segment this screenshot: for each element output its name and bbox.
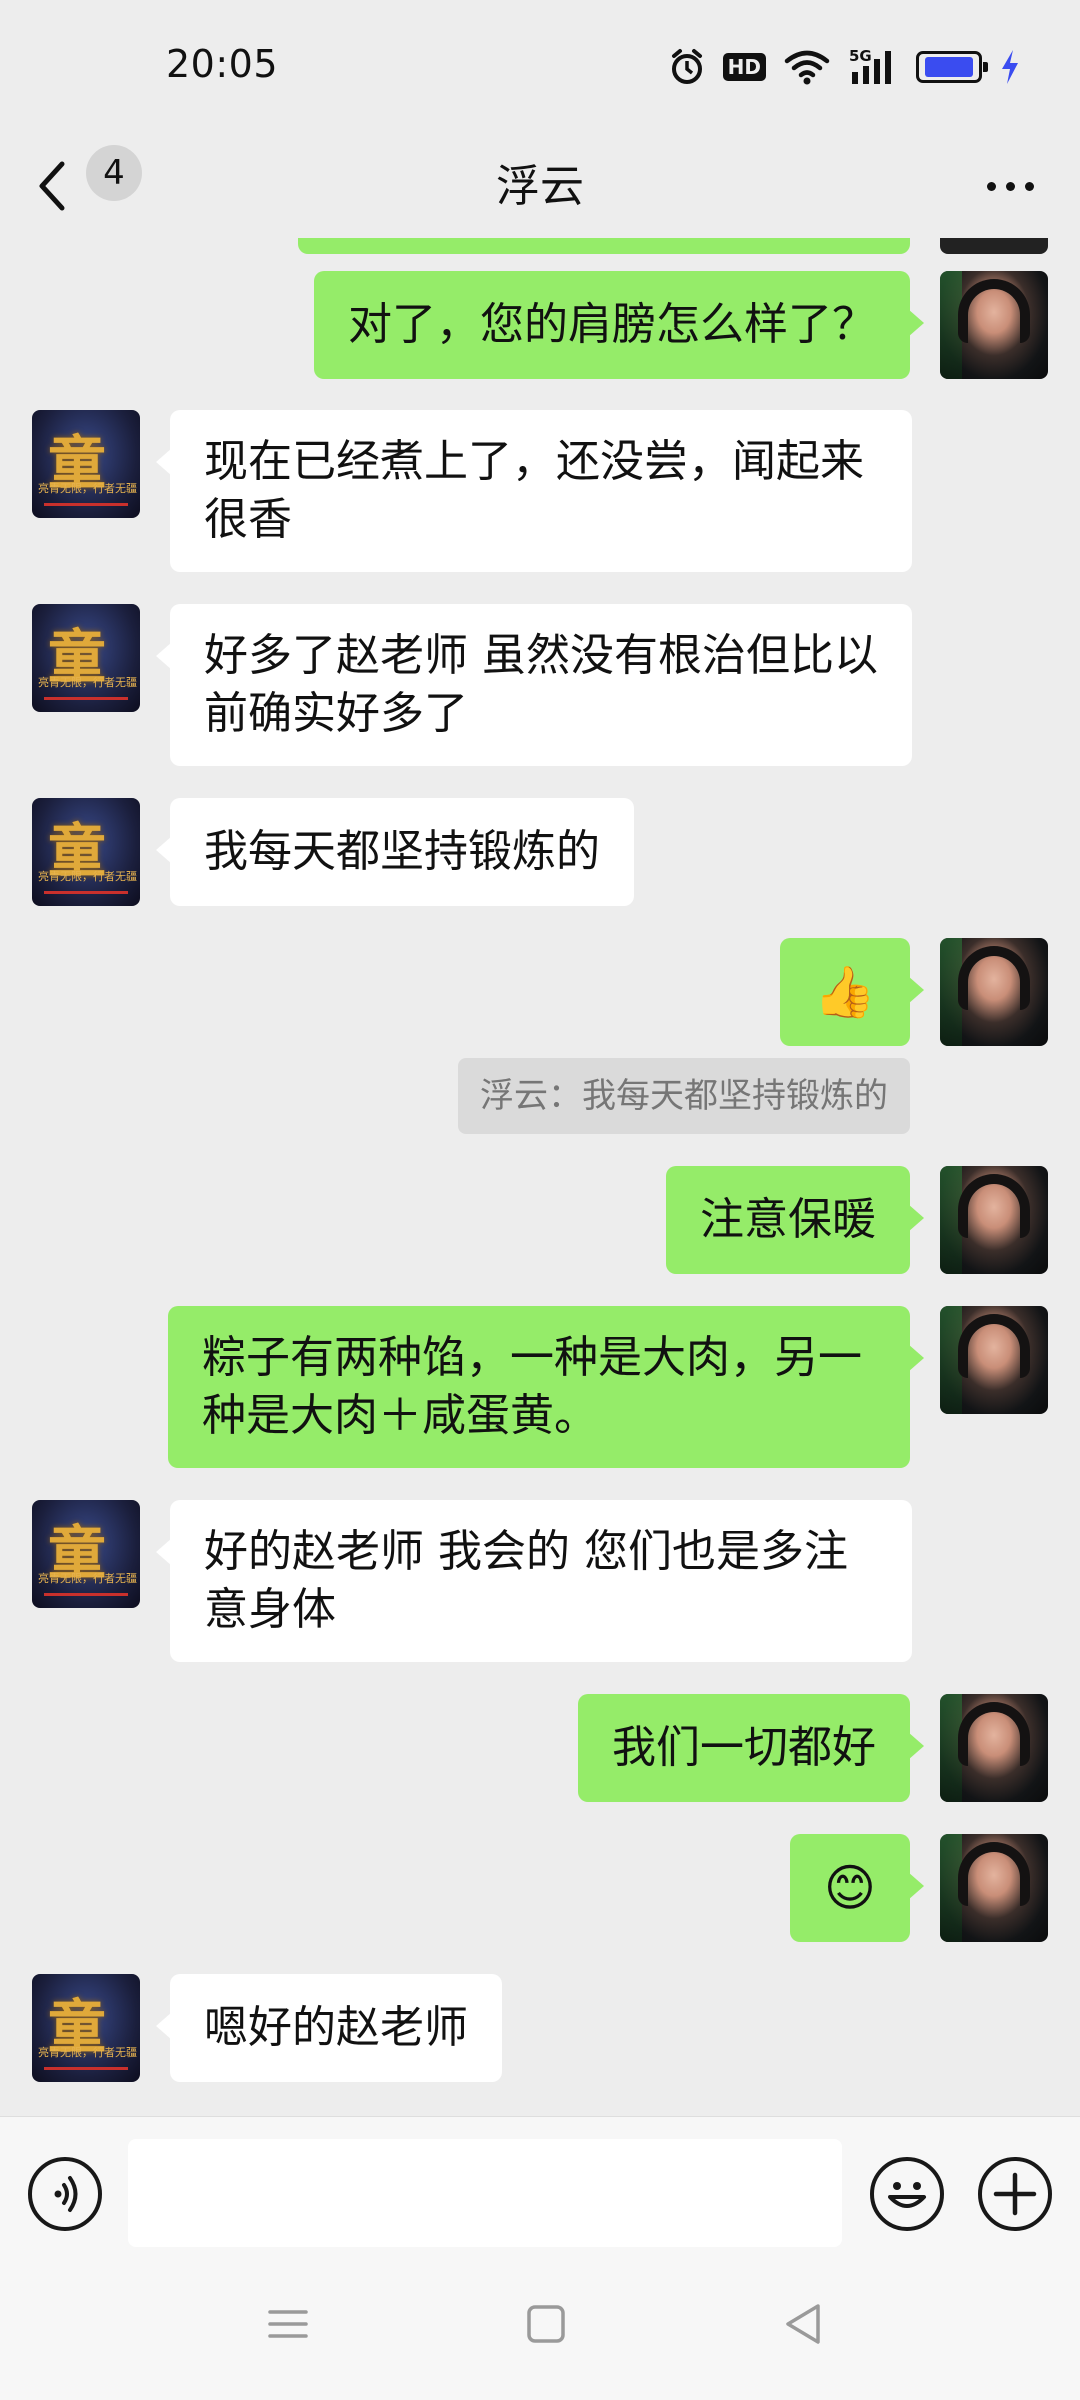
battery-icon (916, 51, 988, 83)
message-input[interactable] (128, 2139, 842, 2247)
chat-title: 浮云 (496, 161, 584, 212)
avatar-stripe (44, 503, 128, 506)
menu-nav-button[interactable] (258, 2294, 318, 2354)
charging-icon (1000, 50, 1020, 84)
my-avatar[interactable] (940, 1166, 1048, 1274)
avatar-stripe (44, 697, 128, 700)
contact-avatar[interactable]: 童 亮青无限，行者无疆 (32, 1974, 140, 2082)
emoji-button[interactable] (870, 2157, 944, 2231)
my-avatar[interactable] (940, 938, 1048, 1046)
avatar-subtitle: 亮青无限，行者无疆 (38, 482, 137, 495)
status-time: 20:05 (166, 42, 279, 86)
avatar-subtitle: 亮青无限，行者无疆 (38, 870, 137, 883)
partial-avatar[interactable] (940, 238, 1048, 254)
outgoing-message[interactable]: 👍 (779, 938, 925, 1046)
system-navigation-bar (0, 2250, 1080, 2400)
avatar-stripe (44, 2067, 128, 2070)
status-bar: 20:05 HD 5G (0, 0, 1080, 136)
more-dot (1005, 181, 1015, 191)
status-icons: HD 5G (669, 46, 1020, 88)
avatar-hair (958, 1842, 1030, 1906)
outgoing-message[interactable]: 😊 (789, 1834, 925, 1942)
back-nav-button[interactable] (774, 2294, 834, 2354)
contact-avatar[interactable]: 童 亮青无限，行者无疆 (32, 604, 140, 712)
home-nav-button[interactable] (516, 2294, 576, 2354)
alarm-icon (669, 48, 705, 86)
outgoing-message[interactable]: 对了，您的肩膀怎么样了？ (314, 271, 924, 379)
my-avatar[interactable] (940, 271, 1048, 379)
avatar-subtitle: 亮青无限，行者无疆 (38, 676, 137, 689)
voice-icon (54, 2176, 78, 2212)
incoming-message[interactable]: 好多了赵老师 虽然没有根治但比以前确实好多了 (156, 604, 912, 766)
contact-avatar[interactable]: 童 亮青无限，行者无疆 (32, 798, 140, 906)
outgoing-message[interactable]: 粽子有两种馅，一种是大肉，另一种是大肉＋咸蛋黄。 (168, 1306, 924, 1468)
incoming-message[interactable]: 我每天都坚持锻炼的 (156, 798, 634, 906)
avatar-hair (958, 1314, 1030, 1378)
quoted-reply[interactable]: 浮云：我每天都坚持锻炼的 (458, 1058, 910, 1134)
more-dot (1024, 181, 1034, 191)
home-square-icon (527, 2305, 565, 2343)
more-functions-button[interactable] (978, 2157, 1052, 2231)
outgoing-message[interactable]: 注意保暖 (666, 1166, 924, 1274)
incoming-message[interactable]: 好的赵老师 我会的 您们也是多注意身体 (156, 1500, 912, 1662)
avatar-hair (958, 946, 1030, 1010)
contact-avatar[interactable]: 童 亮青无限，行者无疆 (32, 1500, 140, 1608)
triangle-back-icon (786, 2304, 820, 2344)
avatar-hair (958, 279, 1030, 343)
avatar-stripe (44, 891, 128, 894)
more-options-button[interactable] (974, 150, 1046, 222)
plus-icon (993, 2172, 1037, 2216)
contact-avatar[interactable]: 童 亮青无限，行者无疆 (32, 410, 140, 518)
battery-level-fill (924, 57, 974, 77)
more-dot (986, 181, 996, 191)
battery-tip (983, 62, 988, 72)
my-avatar[interactable] (940, 1834, 1048, 1942)
smiley-icon (888, 2182, 926, 2208)
message-list[interactable]: 对了，您的肩膀怎么样了？ 童 亮青无限，行者无疆 现在已经煮上了，还没尝，闻起来… (0, 238, 1080, 2116)
avatar-subtitle: 亮青无限，行者无疆 (38, 1572, 137, 1585)
avatar-hair (958, 1702, 1030, 1766)
voice-input-button[interactable] (28, 2157, 102, 2231)
avatar-stripe (44, 1593, 128, 1596)
incoming-message[interactable]: 嗯好的赵老师 (156, 1974, 502, 2082)
outgoing-message[interactable]: 我们一切都好 (578, 1694, 924, 1802)
avatar-hair (958, 1174, 1030, 1238)
input-bar (0, 2116, 1080, 2250)
avatar-subtitle: 亮青无限，行者无疆 (38, 2046, 137, 2059)
my-avatar[interactable] (940, 1306, 1048, 1414)
hd-icon: HD (722, 53, 766, 81)
incoming-message[interactable]: 现在已经煮上了，还没尝，闻起来很香 (156, 410, 912, 572)
network-label: 5G (849, 48, 872, 65)
partial-message-bubble[interactable] (298, 238, 910, 254)
my-avatar[interactable] (940, 1694, 1048, 1802)
wifi-icon (784, 49, 830, 85)
5g-signal-icon: 5G (848, 48, 898, 86)
menu-icon (268, 2310, 308, 2338)
